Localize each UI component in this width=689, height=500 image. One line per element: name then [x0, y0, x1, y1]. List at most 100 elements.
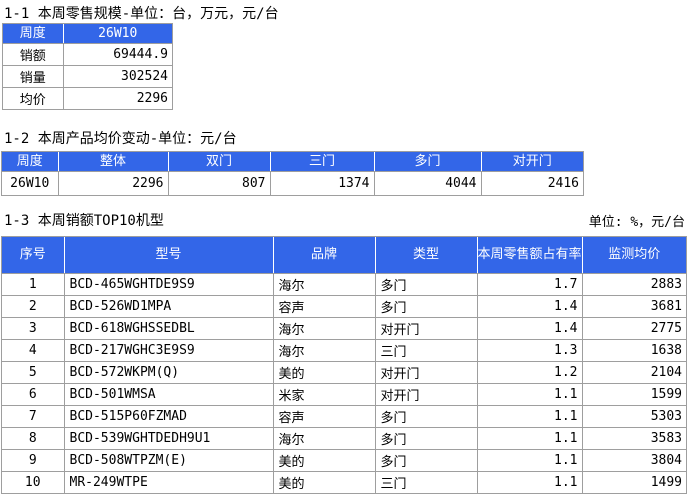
header-week: 周度	[2, 152, 59, 172]
table-row: 4 BCD-217WGHC3E9S9 海尔 三门 1.3 1638	[2, 339, 686, 362]
metric-value: 302524	[63, 65, 172, 88]
header-monitored-price: 监测均价	[582, 237, 686, 274]
section1-title: 1-1 本周零售规模-单位：台，万元，元/台	[4, 6, 279, 22]
share-cell: 1.7	[477, 273, 583, 296]
rank-cell: 10	[2, 471, 65, 493]
section3-title: 1-3 本周销额TOP10机型	[4, 213, 164, 229]
section3-unit-label: 单位: %，元/台	[588, 215, 685, 230]
model-cell: BCD-465WGHTDE9S9	[64, 273, 274, 296]
weekly-scale-table: 周度 26W10 销额 69444.9 销量 302524 均价 2296	[2, 23, 173, 110]
table-row: 7 BCD-515P60FZMAD 容声 多门 1.1 5303	[2, 405, 686, 428]
type-cell: 对开门	[375, 361, 478, 384]
avg-price-table: 周度 整体 双门 三门 多门 对开门 26W10 2296 807 1374 4…	[1, 151, 584, 196]
overall-price-cell: 2296	[58, 171, 169, 195]
top10-models-table: 序号 型号 品牌 类型 本周零售额占有率 监测均价 1 BCD-465WGHTD…	[1, 236, 687, 494]
metric-value: 69444.9	[63, 43, 172, 66]
model-cell: BCD-515P60FZMAD	[64, 405, 274, 428]
share-cell: 1.1	[477, 449, 583, 472]
table-row: 3 BCD-618WGHSSEDBL 海尔 对开门 1.4 2775	[2, 317, 686, 340]
side-by-side-price-cell: 2416	[547, 175, 579, 191]
header-overall: 整体	[58, 152, 169, 172]
metric-label: 均价	[3, 87, 64, 109]
rank-cell: 7	[2, 405, 65, 428]
share-cell: 1.3	[477, 339, 583, 362]
share-cell: 1.2	[477, 361, 583, 384]
type-cell: 多门	[375, 449, 478, 472]
table-row: 26W10 2296 807 1374 4044 2416	[2, 171, 583, 195]
header-side-by-side: 对开门	[481, 152, 583, 172]
rank-cell: 8	[2, 427, 65, 450]
price-cell: 1638	[582, 339, 686, 362]
brand-cell: 海尔	[273, 427, 376, 450]
price-cell: 3681	[582, 295, 686, 318]
table-header-row: 序号 型号 品牌 类型 本周零售额占有率 监测均价	[2, 237, 686, 274]
table-row: 销额 69444.9	[3, 43, 172, 66]
header-rank: 序号	[2, 237, 65, 274]
price-cell: 1499	[650, 474, 682, 490]
table-header-row: 周度 整体 双门 三门 多门 对开门	[2, 152, 583, 172]
three-door-price-cell: 1374	[270, 171, 375, 195]
table-row: 均价 2296	[3, 87, 172, 109]
rank-cell: 1	[2, 273, 65, 296]
price-cell: 2104	[582, 361, 686, 384]
model-cell: BCD-217WGHC3E9S9	[64, 339, 274, 362]
table-row: 2 BCD-526WD1MPA 容声 多门 1.4 3681	[2, 295, 686, 318]
metric-value: 2296	[136, 90, 168, 106]
price-cell: 3583	[582, 427, 686, 450]
brand-cell: 海尔	[273, 273, 376, 296]
model-cell: BCD-539WGHTDEDH9U1	[64, 427, 274, 450]
week-cell: 26W10	[2, 171, 59, 195]
table-header-row: 周度 26W10	[3, 24, 172, 44]
model-cell: BCD-526WD1MPA	[64, 295, 274, 318]
table-row: 销量 302524	[3, 65, 172, 88]
header-two-door: 双门	[168, 152, 271, 172]
brand-cell: 米家	[273, 383, 376, 406]
header-type: 类型	[375, 237, 478, 274]
price-cell: 3804	[582, 449, 686, 472]
brand-cell: 美的	[273, 449, 376, 472]
brand-cell: 容声	[273, 295, 376, 318]
share-cell: 1.1	[477, 383, 583, 406]
metric-label: 销量	[3, 65, 64, 88]
model-cell: BCD-572WKPM(Q)	[64, 361, 274, 384]
header-model: 型号	[64, 237, 274, 274]
rank-cell: 3	[2, 317, 65, 340]
metric-label: 销额	[3, 43, 64, 66]
type-cell: 三门	[375, 339, 478, 362]
brand-cell: 海尔	[273, 339, 376, 362]
table-row: 9 BCD-508WTPZM(E) 美的 多门 1.1 3804	[2, 449, 686, 472]
header-brand: 品牌	[273, 237, 376, 274]
type-cell: 对开门	[375, 317, 478, 340]
share-cell: 1.1	[477, 405, 583, 428]
price-cell: 1599	[582, 383, 686, 406]
weekly-sales-report: { "colors": { "header_blue": "#3366e8", …	[0, 0, 689, 500]
model-cell: BCD-501WMSA	[64, 383, 274, 406]
type-cell: 多门	[375, 427, 478, 450]
type-cell: 对开门	[375, 383, 478, 406]
brand-cell: 容声	[273, 405, 376, 428]
share-cell: 1.1	[477, 427, 583, 450]
model-cell: MR-249WTPE	[64, 471, 274, 493]
header-three-door: 三门	[270, 152, 375, 172]
table-row: 8 BCD-539WGHTDEDH9U1 海尔 多门 1.1 3583	[2, 427, 686, 450]
brand-cell: 美的	[273, 471, 376, 493]
model-cell: BCD-508WTPZM(E)	[64, 449, 274, 472]
two-door-price-cell: 807	[168, 171, 271, 195]
header-week: 周度	[3, 24, 64, 44]
share-cell: 1.1	[477, 471, 583, 493]
rank-cell: 4	[2, 339, 65, 362]
header-multi-door: 多门	[374, 152, 482, 172]
table-row: 1 BCD-465WGHTDE9S9 海尔 多门 1.7 2883	[2, 273, 686, 296]
rank-cell: 5	[2, 361, 65, 384]
brand-cell: 海尔	[273, 317, 376, 340]
share-cell: 1.4	[477, 295, 583, 318]
rank-cell: 9	[2, 449, 65, 472]
multi-door-price-cell: 4044	[374, 171, 482, 195]
type-cell: 多门	[375, 295, 478, 318]
section2-title: 1-2 本周产品均价变动-单位：元/台	[4, 131, 237, 147]
table-row: 5 BCD-572WKPM(Q) 美的 对开门 1.2 2104	[2, 361, 686, 384]
price-cell: 5303	[582, 405, 686, 428]
type-cell: 多门	[375, 405, 478, 428]
share-cell: 1.4	[477, 317, 583, 340]
price-cell: 2883	[582, 273, 686, 296]
